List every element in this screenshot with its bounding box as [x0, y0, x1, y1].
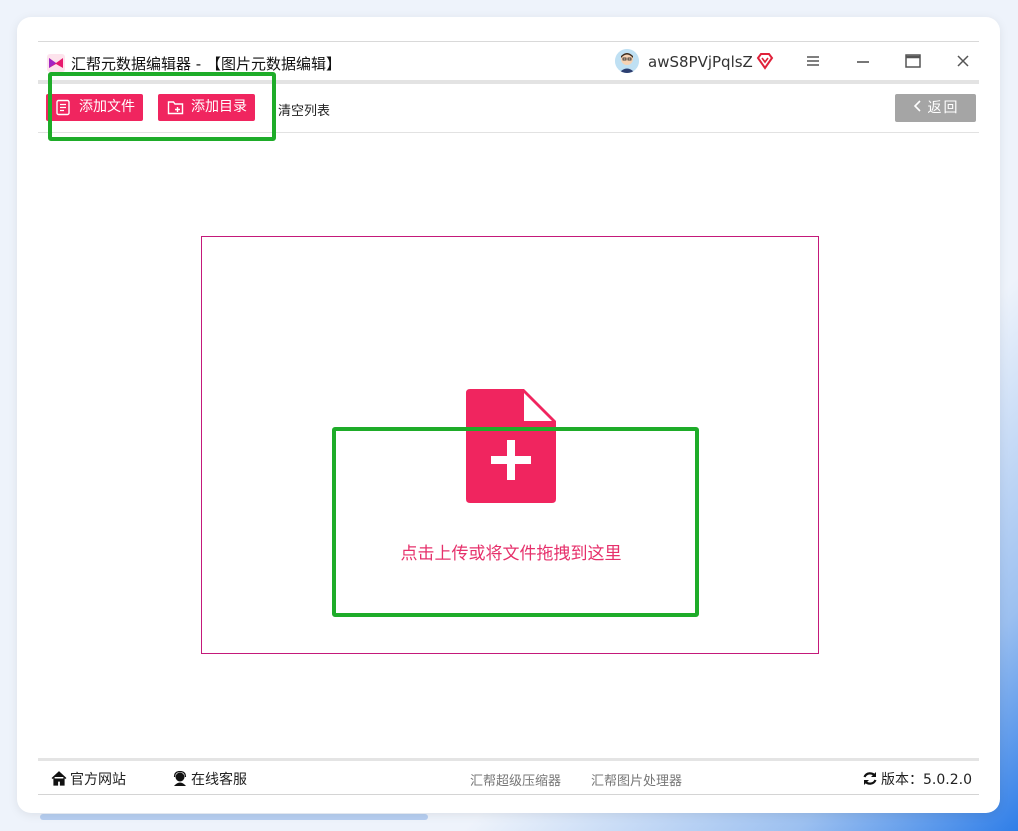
drop-zone-text: 点击上传或将文件拖拽到这里: [400, 544, 622, 564]
title-bar: 汇帮元数据编辑器 - 【图片元数据编辑】 awS8PVjPqlsZ: [38, 42, 979, 80]
close-button[interactable]: [950, 50, 976, 72]
back-button[interactable]: 返回: [895, 94, 976, 122]
official-website-link[interactable]: 官方网站: [51, 769, 126, 789]
online-support-link[interactable]: 在线客服: [172, 769, 247, 789]
add-directory-label: 添加目录: [191, 99, 247, 115]
add-file-icon: [56, 99, 70, 116]
maximize-icon: [905, 54, 921, 68]
website-label: 官方网站: [70, 772, 126, 788]
minimize-button[interactable]: [850, 50, 876, 72]
image-processor-link[interactable]: 汇帮图片处理器: [591, 770, 682, 789]
customer-service-icon: [173, 770, 187, 786]
add-directory-button[interactable]: 添加目录: [158, 94, 255, 121]
file-plus-icon: [466, 389, 556, 503]
add-file-button[interactable]: 添加文件: [46, 94, 143, 121]
hamburger-menu-icon: [807, 56, 819, 66]
window-title: 汇帮元数据编辑器 - 【图片元数据编辑】: [71, 55, 341, 73]
back-label: 返回: [927, 100, 960, 116]
close-icon: [957, 55, 969, 67]
version-label: 版本：5.0.2.0: [881, 772, 972, 788]
home-icon: [51, 771, 67, 786]
minimize-icon: [857, 61, 869, 63]
menu-button[interactable]: [800, 50, 826, 72]
taskbar-shadow: [40, 814, 428, 820]
clear-list-button[interactable]: 清空列表: [278, 100, 330, 119]
support-label: 在线客服: [191, 772, 247, 788]
maximize-button[interactable]: [900, 50, 926, 72]
refresh-icon: [863, 772, 877, 785]
user-avatar[interactable]: [615, 49, 639, 73]
add-file-label: 添加文件: [79, 99, 135, 115]
username[interactable]: awS8PVjPqlsZ: [648, 53, 753, 71]
add-folder-icon: [167, 101, 184, 115]
file-drop-zone[interactable]: 点击上传或将文件拖拽到这里: [201, 236, 819, 654]
compressor-link[interactable]: 汇帮超级压缩器: [470, 770, 561, 789]
toolbar: 添加文件 添加目录 清空列表 返回: [38, 84, 979, 133]
vip-diamond-icon[interactable]: [756, 52, 774, 70]
version-info[interactable]: 版本：5.0.2.0: [862, 769, 972, 789]
app-logo-icon: [47, 54, 65, 72]
status-bar: 官方网站 在线客服 汇帮超级压缩器 汇帮图片处理器 版本：5.0.2.0: [38, 758, 979, 795]
app-window: 汇帮元数据编辑器 - 【图片元数据编辑】 awS8PVjPqlsZ 添加文件 添…: [38, 41, 979, 795]
chevron-left-icon: [913, 100, 921, 112]
